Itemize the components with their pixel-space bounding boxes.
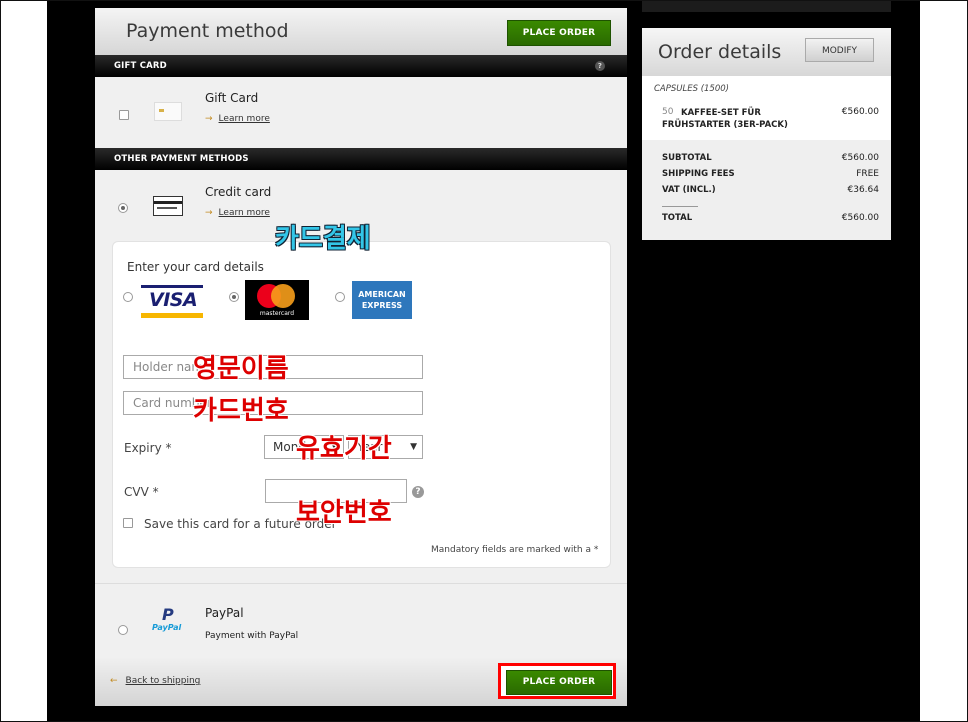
shipping-value: FREE [856,169,879,179]
paypal-radio[interactable] [118,625,128,635]
gift-card-icon [154,102,182,121]
subtotal-label: SUBTOTAL [662,153,712,163]
paypal-subtitle: Payment with PayPal [205,631,299,641]
visa-logo-text: VISA [149,289,198,311]
annotation-card-number: 카드번호 [193,396,289,426]
visa-radio[interactable] [123,292,133,302]
gift-card-section-header: GIFT CARD ? [95,55,627,77]
shipping-label: SHIPPING FEES [662,169,735,179]
credit-card-learn-more-link[interactable]: → Learn more [205,208,270,218]
arrow-right-icon: → [205,208,213,218]
card-details-heading: Enter your card details [127,260,264,274]
back-to-shipping-link[interactable]: ← Back to shipping [110,676,200,686]
gift-card-learn-more-link[interactable]: → Learn more [205,114,270,124]
mastercard-logo[interactable]: mastercard [245,280,309,320]
visa-logo[interactable]: VISA [141,279,203,321]
credit-card-title: Credit card [205,185,272,199]
cvv-label: CVV * [124,485,159,499]
mandatory-fields-note: Mandatory fields are marked with a * [431,545,599,555]
total-label: TOTAL [662,213,693,223]
learn-more-text: Learn more [218,208,270,218]
modify-button[interactable]: MODIFY [805,38,874,62]
payment-title: Payment method [126,20,289,42]
payment-header: Payment method PLACE ORDER [95,8,627,55]
mastercard-logo-text: mastercard [259,310,295,317]
amex-logo[interactable]: AMERICAN EXPRESS [352,281,412,319]
annotation-english-name: 영문이름 [193,354,289,384]
order-items: CAPSULES (1500) 50 KAFFEE-SET FÜR FRÜHST… [642,76,891,140]
credit-card-icon [153,196,183,216]
order-details-header: Order details MODIFY [642,28,891,76]
arrow-left-icon: ← [110,676,118,686]
payment-panel: Payment method PLACE ORDER GIFT CARD ? G… [95,8,627,706]
total-value: €560.00 [841,213,879,223]
place-order-highlight: PLACE ORDER [498,663,616,699]
credit-card-radio[interactable] [118,203,128,213]
right-top-bar [642,0,891,12]
place-order-button-bottom[interactable]: PLACE ORDER [506,670,612,695]
save-card-checkbox[interactable] [123,518,133,528]
cvv-help-icon[interactable]: ? [412,486,424,498]
help-icon[interactable]: ? [595,61,605,71]
annotation-card-payment: 카드결제 [275,224,371,254]
chevron-down-icon: ▼ [410,442,417,452]
arrow-right-icon: → [205,114,213,124]
payment-footer: ← Back to shipping PLACE ORDER [95,657,627,706]
vat-label: VAT (INCL.) [662,185,716,195]
gift-card-checkbox[interactable] [119,110,129,120]
paypal-logo-text: PayPal [152,623,182,632]
order-details-title: Order details [658,41,782,63]
paypal-logo: P PayPal [152,605,184,635]
gift-card-section-label: GIFT CARD [114,61,167,71]
item-name: KAFFEE-SET FÜR FRÜHSTARTER (3ER-PACK) [662,108,788,130]
other-payment-section-header: OTHER PAYMENT METHODS [95,148,627,170]
annotation-security-code: 보안번호 [296,498,392,528]
paypal-p-icon: P [162,605,174,624]
learn-more-text: Learn more [218,114,270,124]
paypal-title: PayPal [205,606,244,620]
order-category: CAPSULES (1500) [654,84,729,94]
item-price: €560.00 [841,107,879,117]
summary-divider [662,206,698,207]
subtotal-value: €560.00 [841,153,879,163]
vat-value: €36.64 [847,185,880,195]
amex-radio[interactable] [335,292,345,302]
other-payment-section-label: OTHER PAYMENT METHODS [114,154,249,164]
annotation-expiry: 유효기간 [296,434,392,464]
place-order-button-top[interactable]: PLACE ORDER [507,20,611,46]
expiry-label: Expiry * [124,441,172,455]
order-details-panel: Order details MODIFY CAPSULES (1500) 50 … [642,28,891,240]
mastercard-radio[interactable] [229,292,239,302]
back-to-shipping-text: Back to shipping [125,676,201,686]
gift-card-title: Gift Card [205,91,259,105]
